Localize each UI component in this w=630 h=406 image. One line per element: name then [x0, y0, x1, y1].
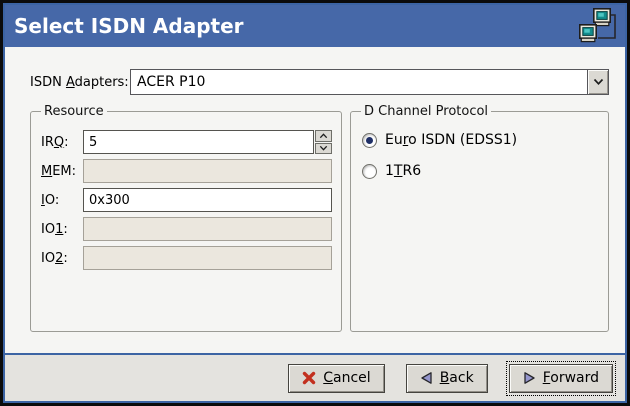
- isdn-adapters-combobox[interactable]: ACER P10: [130, 69, 609, 95]
- combo-dropdown-button[interactable]: [587, 70, 608, 94]
- mem-row: MEM:: [41, 159, 332, 183]
- spin-down-button[interactable]: [315, 143, 332, 155]
- spin-up-button[interactable]: [315, 130, 332, 142]
- d-channel-protocol-group: D Channel Protocol Euro ISDN (EDSS1) 1TR…: [350, 104, 609, 332]
- cancel-button[interactable]: Cancel: [288, 364, 384, 393]
- red-x-icon: [302, 371, 316, 385]
- irq-input[interactable]: [83, 130, 314, 154]
- arrow-left-icon: [420, 371, 433, 385]
- io2-input: [83, 246, 332, 270]
- io1-input: [83, 217, 332, 241]
- dialog-window: Select ISDN Adapter ISDN A: [0, 0, 630, 406]
- back-button-label: Back: [440, 370, 474, 386]
- radio-button-icon[interactable]: [362, 164, 377, 179]
- radio-1tr6[interactable]: 1TR6: [362, 163, 599, 179]
- d-channel-protocol-title: D Channel Protocol: [361, 104, 491, 119]
- network-computers-icon: [577, 7, 618, 45]
- irq-row: IRQ:: [41, 130, 332, 154]
- radio-euro-isdn[interactable]: Euro ISDN (EDSS1): [362, 132, 599, 148]
- forward-button-wrap: Forward: [506, 361, 616, 396]
- isdn-adapters-value: ACER P10: [131, 70, 587, 94]
- dialog-titlebar: Select ISDN Adapter: [5, 5, 625, 47]
- mem-label: MEM:: [41, 164, 83, 179]
- irq-spinner: [315, 130, 332, 154]
- dialog-frame: Select ISDN Adapter ISDN A: [5, 5, 625, 401]
- back-button[interactable]: Back: [406, 364, 488, 393]
- dialog-content: ISDN Adapters: ACER P10 Resource IRQ:: [5, 47, 625, 353]
- button-bar: Cancel Back Forward: [5, 355, 625, 401]
- forward-button[interactable]: Forward: [509, 364, 613, 393]
- chevron-down-icon: [593, 78, 604, 86]
- forward-button-label: Forward: [543, 370, 599, 386]
- isdn-adapters-label: ISDN Adapters:: [30, 75, 130, 90]
- resource-group-title: Resource: [41, 104, 107, 119]
- adapter-row: ISDN Adapters: ACER P10: [30, 69, 609, 95]
- io-label: IO:: [41, 193, 83, 208]
- io-row: IO:: [41, 188, 332, 212]
- mem-input: [83, 159, 332, 183]
- io1-row: IO1:: [41, 217, 332, 241]
- back-button-wrap: Back: [403, 361, 491, 396]
- resource-group: Resource IRQ:: [30, 104, 342, 332]
- radio-1tr6-label: 1TR6: [385, 163, 421, 179]
- radio-button-icon[interactable]: [362, 133, 377, 148]
- cancel-button-wrap: Cancel: [285, 361, 387, 396]
- cancel-button-label: Cancel: [323, 370, 370, 386]
- io2-row: IO2:: [41, 246, 332, 270]
- io1-label: IO1:: [41, 222, 83, 237]
- radio-euro-isdn-label: Euro ISDN (EDSS1): [385, 132, 517, 148]
- irq-label: IRQ:: [41, 135, 83, 150]
- io-input[interactable]: [83, 188, 332, 212]
- io2-label: IO2:: [41, 251, 83, 266]
- arrow-right-icon: [523, 371, 536, 385]
- arrow-up-icon: [319, 133, 328, 139]
- dialog-title: Select ISDN Adapter: [14, 14, 244, 38]
- form-groups: Resource IRQ:: [30, 104, 609, 332]
- arrow-down-icon: [319, 145, 328, 151]
